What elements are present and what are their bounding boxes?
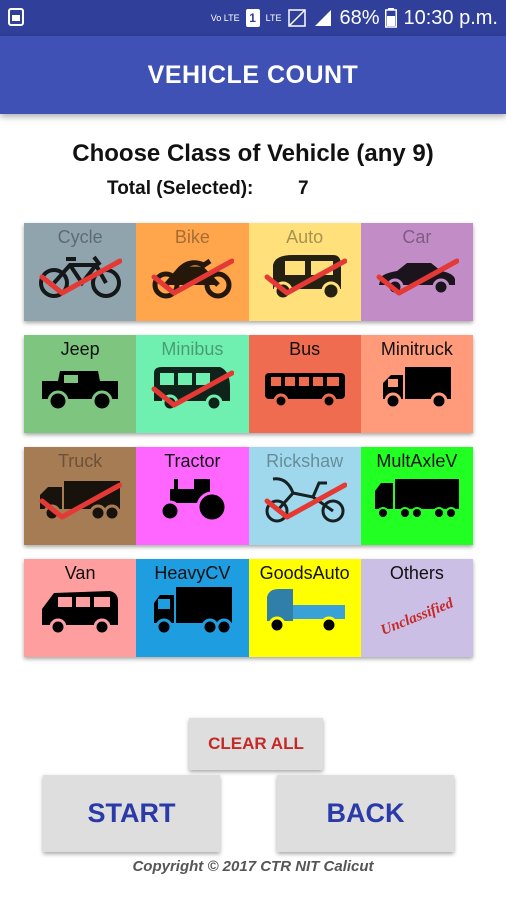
bus-icon xyxy=(264,373,345,409)
page-heading: Choose Class of Vehicle (any 9) xyxy=(72,140,434,167)
tile-label: Tractor xyxy=(164,451,221,471)
app-title: VEHICLE COUNT xyxy=(147,60,359,89)
tile-multaxlev[interactable]: MultAxleV xyxy=(360,447,473,545)
tile-goodsauto[interactable]: GoodsAuto xyxy=(248,559,361,657)
no-signal-icon xyxy=(288,9,307,27)
tile-label: Rickshaw xyxy=(266,451,344,471)
vehicle-row-1: Cycle Bike Auto Car xyxy=(24,223,473,321)
tile-label: Cycle xyxy=(57,227,103,247)
tile-minitruck[interactable]: Minitruck xyxy=(360,335,473,433)
tile-jeep[interactable]: Jeep xyxy=(24,335,137,433)
clock: 10:30 p.m. xyxy=(403,6,498,29)
tile-label: Others xyxy=(389,563,444,583)
tile-van[interactable]: Van xyxy=(24,559,137,657)
vehicle-row-2: Jeep Minibus Bus Minitruck xyxy=(24,335,473,433)
sim-icon: 1 xyxy=(245,9,260,27)
tile-auto[interactable]: Auto xyxy=(248,223,361,321)
clear-all-button[interactable]: CLEAR ALL xyxy=(189,718,323,770)
tile-minibus[interactable]: Minibus xyxy=(136,335,249,433)
tile-truck[interactable]: Truck xyxy=(24,447,137,545)
tile-label: Jeep xyxy=(60,339,100,359)
image-notification-icon xyxy=(8,8,24,26)
status-indicators: Vo LTE 1 LTE 68% 10:30 p.m. xyxy=(211,0,498,36)
status-bar: Vo LTE 1 LTE 68% 10:30 p.m. xyxy=(0,0,506,36)
tile-others[interactable]: Others Unclassified xyxy=(360,559,473,657)
bicycle-icon xyxy=(39,255,121,298)
tile-bus[interactable]: Bus xyxy=(248,335,361,433)
truck-icon xyxy=(40,481,121,522)
app-bar: VEHICLE COUNT xyxy=(0,36,506,114)
heavy-truck-icon xyxy=(154,587,233,636)
signal-icon xyxy=(315,10,332,26)
tile-label: Van xyxy=(64,563,96,583)
tile-label: Minibus xyxy=(161,339,224,359)
tile-label: Bus xyxy=(289,339,321,359)
tile-label: MultAxleV xyxy=(376,451,458,471)
autorickshaw-icon xyxy=(272,255,341,301)
vehicle-row-3: Truck Tractor Rickshaw MultAxleV xyxy=(24,447,473,545)
tile-label: Bike xyxy=(174,227,210,247)
minitruck-icon xyxy=(382,367,451,410)
goods-auto-icon xyxy=(266,589,345,634)
tractor-icon xyxy=(159,479,228,523)
back-button[interactable]: BACK xyxy=(277,775,454,852)
motorbike-icon xyxy=(152,258,232,299)
tile-label: Auto xyxy=(286,227,324,247)
tile-cycle[interactable]: Cycle xyxy=(24,223,137,321)
battery-percent: 68% xyxy=(339,6,380,29)
tile-heavycv[interactable]: HeavyCV xyxy=(136,559,249,657)
copyright-text: Copyright © 2017 CTR NIT Calicut xyxy=(132,858,374,875)
tile-bike[interactable]: Bike xyxy=(136,223,249,321)
lte-indicator: LTE xyxy=(265,12,282,23)
tile-label: Car xyxy=(402,227,432,247)
tile-tractor[interactable]: Tractor xyxy=(136,447,249,545)
tile-label: Minitruck xyxy=(380,339,453,359)
unclassified-stamp: Unclassified xyxy=(378,595,456,639)
cycle-rickshaw-icon xyxy=(265,477,344,523)
start-button[interactable]: START xyxy=(43,775,220,852)
minibus-icon xyxy=(154,367,231,412)
tile-label: GoodsAuto xyxy=(259,563,350,583)
volte-indicator: Vo LTE xyxy=(210,12,240,23)
tile-rickshaw[interactable]: Rickshaw xyxy=(248,447,361,545)
car-icon xyxy=(378,263,455,296)
total-selected-value: 7 xyxy=(298,178,309,199)
battery-icon xyxy=(385,8,398,28)
jeep-icon xyxy=(42,371,118,412)
vehicle-row-4: Van HeavyCV GoodsAuto Others Unclassifie… xyxy=(24,559,473,657)
total-selected-label: Total (Selected): xyxy=(107,178,254,199)
tile-label: HeavyCV xyxy=(154,563,231,583)
van-icon xyxy=(42,591,118,636)
multi-axle-truck-icon xyxy=(374,479,459,519)
tile-label: Truck xyxy=(57,451,103,471)
tile-car[interactable]: Car xyxy=(360,223,473,321)
